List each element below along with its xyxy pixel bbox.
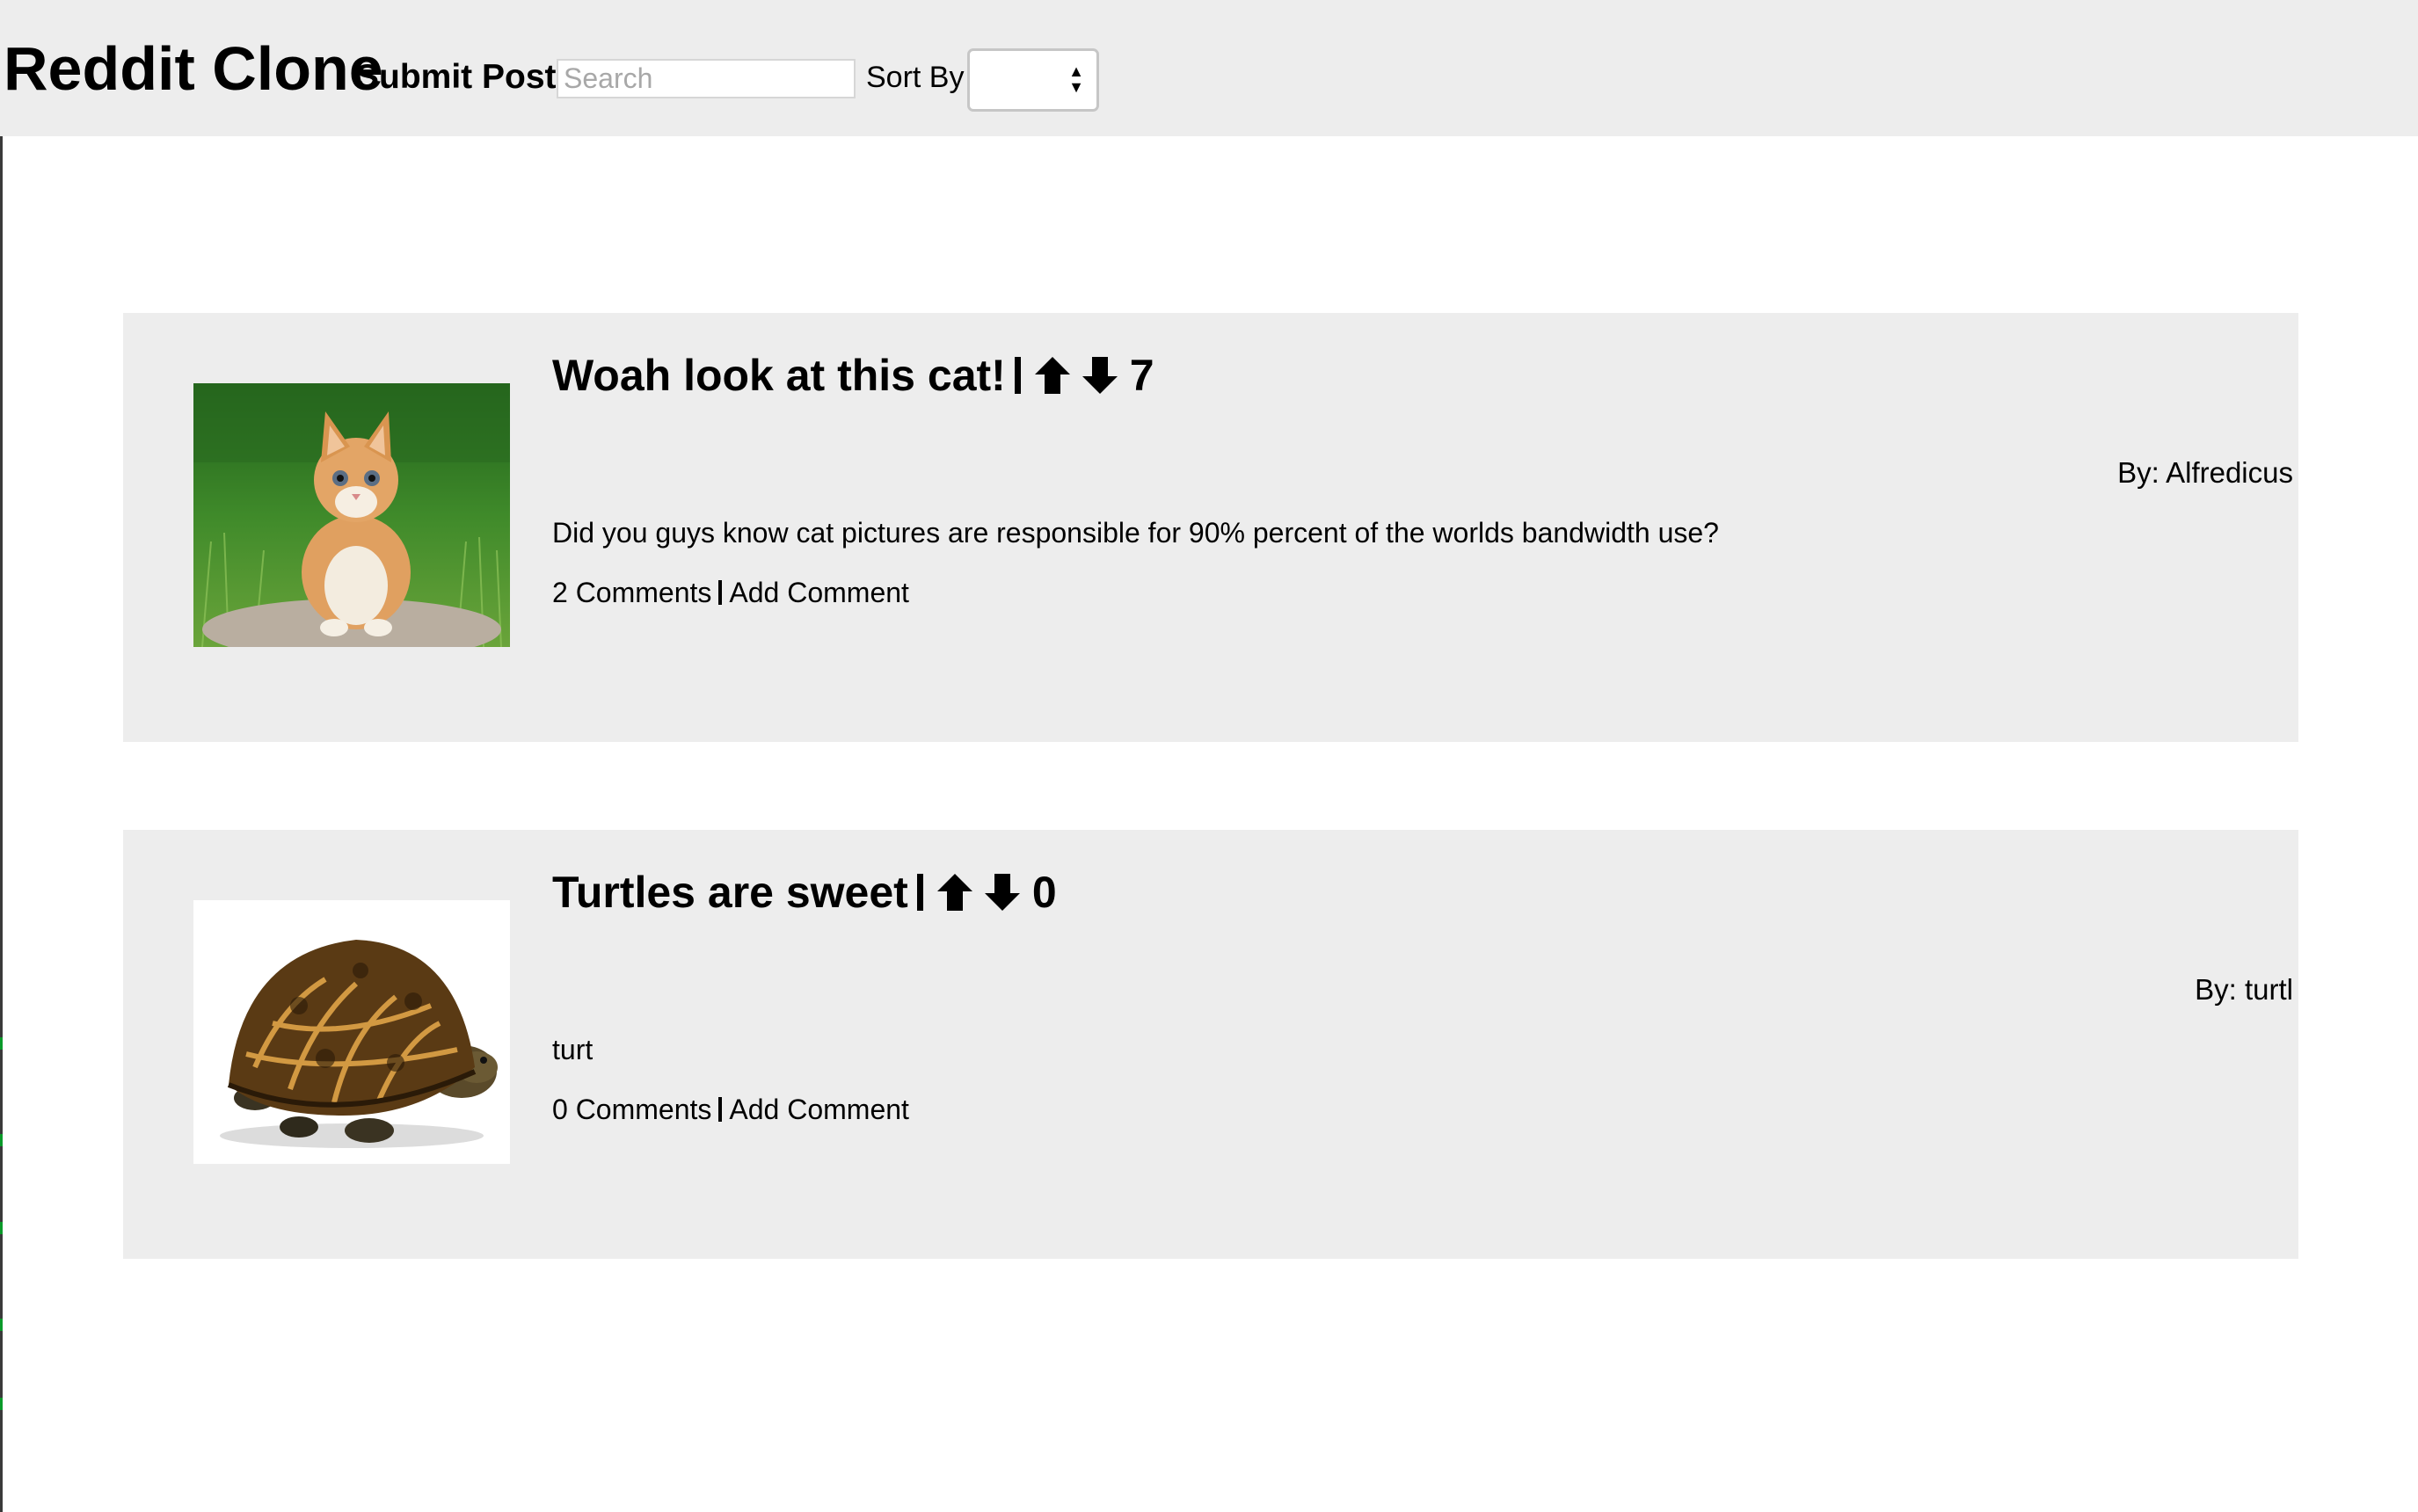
post-thumbnail-kitten[interactable] <box>193 383 510 647</box>
title-separator <box>916 874 923 911</box>
post-card: Woah look at this cat! 7 By: Alfredicus … <box>123 313 2298 742</box>
post-title[interactable]: Woah look at this cat! <box>552 345 1006 406</box>
search-input[interactable] <box>557 59 856 98</box>
sort-by-select[interactable]: ▲ ▼ <box>967 48 1099 112</box>
comments-link[interactable]: 0 Comments <box>552 1094 711 1125</box>
post-score: 7 <box>1129 351 1154 400</box>
actions-separator <box>718 580 723 605</box>
post-title[interactable]: Turtles are sweet <box>552 861 908 923</box>
post-thumbnail-turtle[interactable] <box>193 900 510 1164</box>
downvote-arrow-icon[interactable] <box>983 872 1022 912</box>
submit-post-link[interactable]: Submit Post <box>356 55 557 100</box>
post-author: By: Alfredicus <box>2117 456 2293 489</box>
upvote-arrow-icon[interactable] <box>936 872 974 912</box>
kitten-image <box>193 383 510 647</box>
site-logo-title[interactable]: Reddit Clone <box>4 32 383 105</box>
select-arrows-icon: ▲ ▼ <box>1068 62 1084 96</box>
window-edge <box>0 0 3 1512</box>
post-title-row: Turtles are sweet 0 <box>552 861 1057 923</box>
title-separator <box>1014 357 1021 394</box>
turtle-image <box>193 900 510 1164</box>
post-actions: 2 Comments Add Comment <box>552 573 909 612</box>
post-body: turt <box>552 1034 594 1065</box>
sort-by-label: Sort By <box>866 61 965 94</box>
post-title-row: Woah look at this cat! 7 <box>552 345 1154 406</box>
post-score: 0 <box>1031 868 1057 917</box>
add-comment-link[interactable]: Add Comment <box>729 1094 909 1125</box>
post-card: Turtles are sweet 0 By: turtl turt 0 Com… <box>123 830 2298 1259</box>
post-actions: 0 Comments Add Comment <box>552 1090 909 1129</box>
post-author: By: turtl <box>2195 973 2293 1006</box>
comments-link[interactable]: 2 Comments <box>552 577 711 608</box>
add-comment-link[interactable]: Add Comment <box>729 577 909 608</box>
post-body: Did you guys know cat pictures are respo… <box>552 517 1719 549</box>
top-nav-bar: Reddit Clone Submit Post Sort By ▲▼ <box>0 0 2418 136</box>
actions-separator <box>718 1097 723 1122</box>
upvote-arrow-icon[interactable] <box>1033 355 1072 396</box>
downvote-arrow-icon[interactable] <box>1081 355 1119 396</box>
